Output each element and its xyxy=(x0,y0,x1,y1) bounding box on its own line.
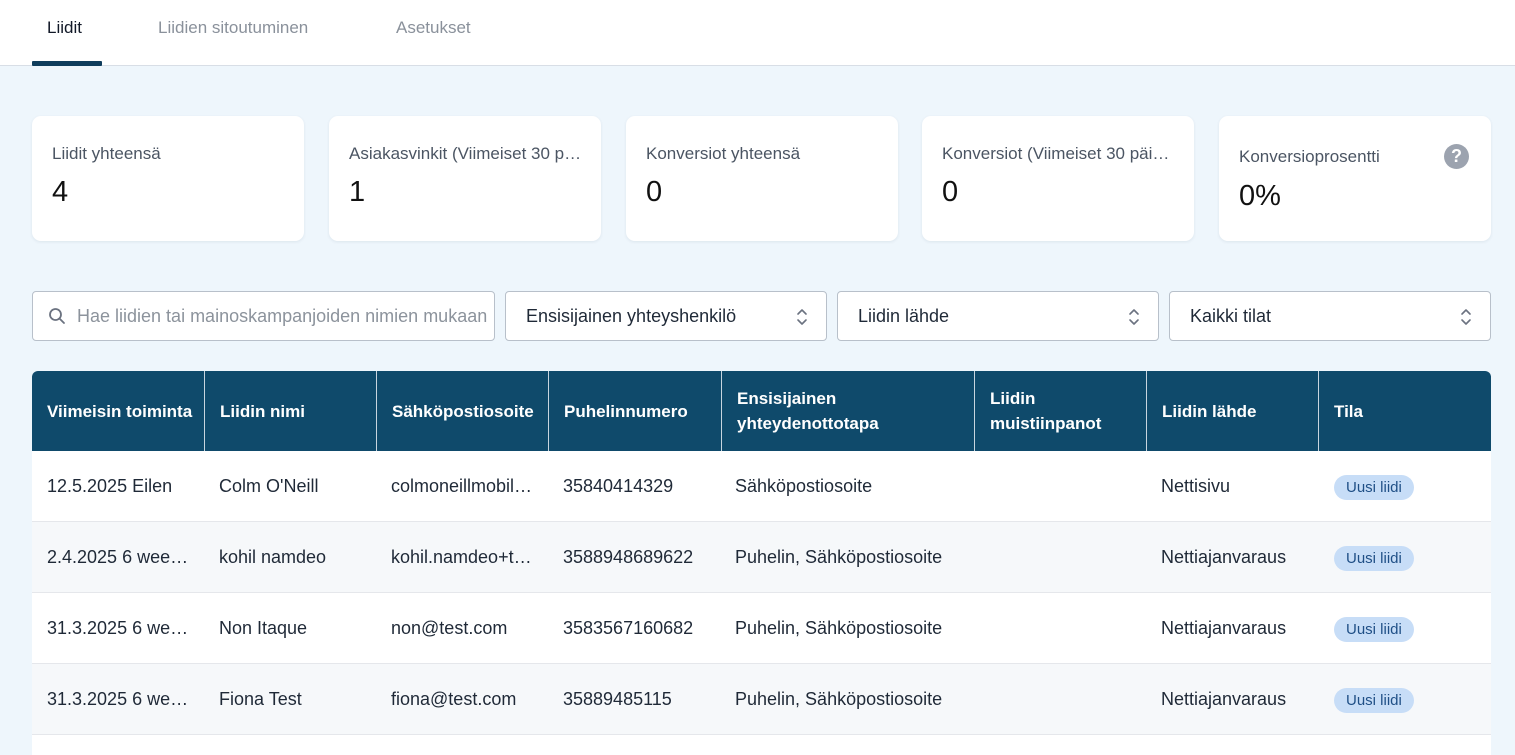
lead-source-select[interactable]: Liidin lähde xyxy=(837,291,1159,341)
active-tab-indicator xyxy=(32,61,102,66)
cell-name: Colm O'Neill xyxy=(219,476,319,496)
column-header-lead-source[interactable]: Liidin lähde xyxy=(1146,371,1318,451)
chevron-up-down-icon xyxy=(1461,309,1471,325)
stat-card-conversion-rate: Konversioprosentti 0% ? xyxy=(1219,116,1491,241)
cell-source: Nettiajanvaraus xyxy=(1161,547,1287,567)
stat-card-total-leads: Liidit yhteensä 4 xyxy=(32,116,304,241)
cell-source: Nettiajanvaraus xyxy=(1161,689,1287,709)
search-icon xyxy=(49,308,65,324)
stat-value: 0% xyxy=(1239,180,1281,212)
table-row[interactable]: 12.5.2025 Eilen Colm O'Neill colmoneillm… xyxy=(32,451,1491,522)
leads-table: Viimeisin toiminta Liidin nimi Sähköpost… xyxy=(32,371,1491,755)
table-header: Viimeisin toiminta Liidin nimi Sähköpost… xyxy=(32,371,1491,451)
status-badge: Uusi liidi xyxy=(1334,617,1414,642)
cell-phone: 3588948689622 xyxy=(563,547,694,567)
cell-source: Nettisivu xyxy=(1161,476,1231,496)
cell-notes xyxy=(974,593,1146,663)
chevron-up-down-icon xyxy=(1129,309,1139,325)
column-header-lead-name[interactable]: Liidin nimi xyxy=(204,371,376,451)
cell-name: Fiona Test xyxy=(219,689,302,709)
cell-contact-method: Puhelin, Sähköpostiosoite xyxy=(735,618,943,638)
cell-contact-method: Sähköpostiosoite xyxy=(735,476,873,496)
stat-label: Asiakasvinkit (Viimeiset 30 päivää) xyxy=(349,144,583,163)
tab-liidien-sitoutuminen[interactable]: Liidien sitoutuminen xyxy=(158,0,308,66)
cell-email: kohil.namdeo+test@gmail.com xyxy=(391,547,548,567)
stat-card-recent-conversions: Konversiot (Viimeiset 30 päivää) 0 xyxy=(922,116,1194,241)
top-tab-bar: Liidit Liidien sitoutuminen Asetukset xyxy=(0,0,1515,66)
stat-value: 0 xyxy=(646,176,663,208)
table-row[interactable]: 2.4.2025 6 weeks ago kohil namdeo kohil.… xyxy=(32,522,1491,593)
question-circle-icon[interactable]: ? xyxy=(1444,144,1469,169)
table-row[interactable]: 31.3.2025 6 weeks ago Non Itaque non@tes… xyxy=(32,593,1491,664)
stat-card-referrals: Asiakasvinkit (Viimeiset 30 päivää) 1 xyxy=(329,116,601,241)
column-header-email[interactable]: Sähköpostiosoite xyxy=(376,371,548,451)
cell-source: Nettiajanvaraus xyxy=(1161,618,1287,638)
cell-contact-method: Puhelin, Sähköpostiosoite xyxy=(735,547,943,567)
cell-activity: 2.4.2025 6 weeks ago xyxy=(47,547,204,567)
stat-value: 0 xyxy=(942,176,959,208)
cell-email: fiona@test.com xyxy=(391,689,517,709)
select-value: Ensisijainen yhteyshenkilö xyxy=(526,306,737,326)
search-box xyxy=(32,291,497,341)
cell-notes xyxy=(974,522,1146,592)
cell-phone: 3583567160682 xyxy=(563,618,694,638)
column-header-status[interactable]: Tila xyxy=(1318,371,1491,451)
status-select[interactable]: Kaikki tilat xyxy=(1169,291,1491,341)
stat-label: Konversiot (Viimeiset 30 päivää) xyxy=(942,144,1176,163)
tab-asetukset[interactable]: Asetukset xyxy=(396,0,471,66)
cell-name: Non Itaque xyxy=(219,618,308,638)
status-badge: Uusi liidi xyxy=(1334,546,1414,571)
select-value: Liidin lähde xyxy=(858,306,950,326)
cell-phone: 35840414329 xyxy=(563,476,674,496)
table-row[interactable]: 31.3.2025 6 weeks ago Fiona Test fiona@t… xyxy=(32,664,1491,735)
status-badge: Uusi liidi xyxy=(1334,475,1414,500)
column-header-phone[interactable]: Puhelinnumero xyxy=(548,371,721,451)
stat-label: Liidit yhteensä xyxy=(52,144,161,163)
cell-email: non@test.com xyxy=(391,618,508,638)
column-header-notes[interactable]: Liidin muistiinpanot xyxy=(974,371,1146,451)
cell-notes xyxy=(974,664,1146,734)
status-badge: Uusi liidi xyxy=(1334,688,1414,713)
search-input[interactable] xyxy=(77,292,497,340)
primary-contact-select[interactable]: Ensisijainen yhteyshenkilö xyxy=(505,291,827,341)
stat-label: Konversiot yhteensä xyxy=(646,144,801,163)
chevron-up-down-icon xyxy=(797,309,807,325)
column-header-latest-activity[interactable]: Viimeisin toiminta xyxy=(32,371,204,451)
cell-activity: 12.5.2025 Eilen xyxy=(47,476,173,496)
cell-phone: 35889485115 xyxy=(563,689,672,709)
cell-notes xyxy=(974,451,1146,521)
stat-card-total-conversions: Konversiot yhteensä 0 xyxy=(626,116,898,241)
cell-contact-method: Puhelin, Sähköpostiosoite xyxy=(735,689,943,709)
stat-label: Konversioprosentti xyxy=(1239,147,1380,166)
stat-value: 1 xyxy=(349,176,366,208)
column-header-contact-method[interactable]: Ensisijainen yhteydenottotapa xyxy=(721,371,974,451)
select-value: Kaikki tilat xyxy=(1190,306,1272,326)
cell-activity: 31.3.2025 6 weeks ago xyxy=(47,689,204,709)
stat-value: 4 xyxy=(52,176,69,208)
cell-activity: 31.3.2025 6 weeks ago xyxy=(47,618,204,638)
tab-liidit[interactable]: Liidit xyxy=(47,0,82,66)
cell-email: colmoneillmobile@gmail.com xyxy=(391,476,548,496)
cell-name: kohil namdeo xyxy=(219,547,327,567)
